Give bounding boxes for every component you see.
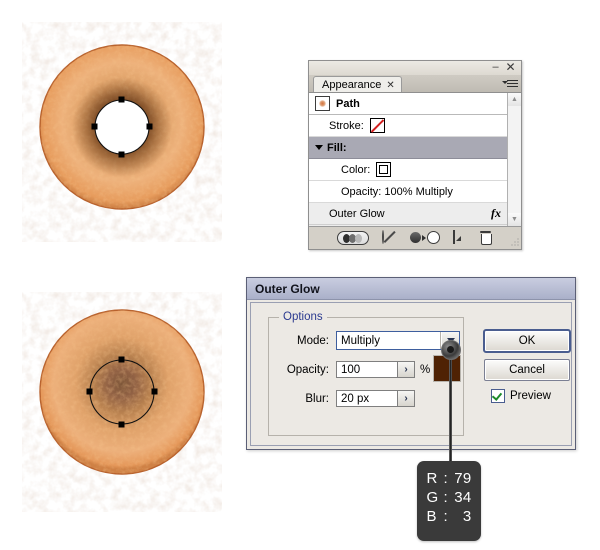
appearance-panel[interactable]: – ✕ Appearance ✕ Path Stroke: Fill: Colo… [308, 60, 522, 250]
appearance-row-path[interactable]: Path [309, 93, 508, 115]
top-donut-artwork[interactable] [22, 22, 222, 242]
mode-select-value: Multiply [337, 332, 441, 349]
tooltip-green-row: G : 34 [417, 488, 481, 507]
clear-appearance-button[interactable] [382, 230, 397, 245]
eyedropper-icon[interactable] [441, 340, 461, 360]
panel-footer-toolbar [309, 226, 521, 249]
cancel-button-label: Cancel [509, 364, 545, 376]
appearance-row-color[interactable]: Color: [309, 159, 508, 181]
color-value-tooltip: R : 79 G : 34 B : 3 [417, 461, 481, 541]
dialog-title: Outer Glow [247, 278, 575, 300]
opacity-input[interactable]: 100 [336, 361, 398, 378]
new-page-icon [453, 230, 455, 244]
path-thumbnail-icon [315, 96, 330, 111]
white-swatch-icon[interactable] [376, 162, 392, 177]
top-donut-svg [32, 22, 222, 242]
tooltip-red-key: R [426, 470, 438, 487]
resize-grip-icon[interactable] [510, 238, 519, 247]
ok-button-label: OK [518, 335, 536, 347]
tooltip-blue-key: B [426, 508, 437, 525]
disclosure-triangle-icon[interactable] [315, 145, 323, 150]
scroll-up-icon[interactable]: ▲ [508, 93, 521, 106]
preview-checkbox-row[interactable]: Preview [491, 389, 551, 403]
preview-label: Preview [510, 390, 551, 402]
outer-glow-dialog[interactable]: Outer Glow Options Mode: Multiply Opacit… [246, 277, 576, 450]
appearance-rows: Path Stroke: Fill: Color: Opacity: 100% … [309, 93, 508, 226]
outer-glow-label: Outer Glow [329, 207, 385, 220]
panel-scrollbar[interactable]: ▲ ▼ [507, 93, 521, 226]
opacity-unit-label: % [420, 363, 431, 376]
panel-tab-row: Appearance ✕ [309, 75, 521, 93]
tooltip-blue-value: 3 [462, 508, 472, 525]
appearance-row-opacity[interactable]: Opacity: 100% Multiply [309, 181, 508, 203]
color-label: Color: [341, 163, 371, 176]
duplicate-circles-icon [410, 231, 440, 244]
tooltip-green-value: 34 [454, 489, 472, 506]
appearance-row-fill[interactable]: Fill: [309, 137, 508, 159]
options-group-label: Options [279, 311, 327, 323]
minimize-icon[interactable]: – [490, 62, 501, 73]
circle-slash-icon [382, 230, 384, 244]
preview-checkbox[interactable] [491, 389, 505, 403]
fx-icon[interactable]: fx [491, 206, 501, 221]
tooltip-green-key: G [426, 489, 439, 506]
bottom-donut-svg [30, 292, 222, 512]
ok-button[interactable]: OK [483, 329, 571, 353]
tooltip-green-colon: : [443, 489, 448, 506]
panel-titlebar[interactable]: – ✕ [309, 61, 521, 75]
scrollbar-track[interactable] [508, 106, 521, 213]
opacity-label: Opacity: [286, 363, 329, 376]
tooltip-red-colon: : [443, 470, 448, 487]
tooltip-blue-colon: : [443, 508, 448, 525]
none-swatch-icon[interactable] [369, 118, 385, 133]
illustrator-canvas: – ✕ Appearance ✕ Path Stroke: Fill: Colo… [0, 0, 600, 550]
tab-appearance-label: Appearance [322, 79, 382, 91]
blur-stepper-icon[interactable]: › [398, 390, 415, 407]
close-icon[interactable]: ✕ [505, 61, 516, 73]
fill-label: Fill: [327, 141, 347, 154]
tooltip-blue-row: B : 3 [417, 507, 481, 526]
appearance-list: Path Stroke: Fill: Color: Opacity: 100% … [309, 92, 521, 226]
eyedropper-line [449, 345, 452, 467]
tab-close-icon[interactable]: ✕ [386, 80, 394, 91]
opacity-pill-icon [337, 231, 369, 245]
new-art-button[interactable] [453, 230, 467, 245]
blur-label: Blur: [305, 392, 329, 405]
blur-input-value: 20 px [341, 392, 370, 405]
opacity-input-value: 100 [341, 363, 361, 376]
dialog-body: Options Mode: Multiply Opacity: 100 › % … [250, 302, 572, 446]
panel-menu-icon[interactable] [502, 77, 518, 90]
blur-input[interactable]: 20 px [336, 390, 398, 407]
tab-appearance[interactable]: Appearance ✕ [313, 76, 402, 93]
opacity-stepper-icon[interactable]: › [398, 361, 415, 378]
reduce-to-basic-appearance-button[interactable] [410, 231, 440, 245]
tooltip-red-row: R : 79 [417, 469, 481, 488]
bottom-donut-artwork[interactable] [22, 292, 222, 512]
appearance-row-path-label: Path [336, 97, 360, 110]
delete-button[interactable] [480, 231, 493, 245]
tooltip-red-value: 79 [454, 470, 472, 487]
panel-menu-caret-icon [502, 81, 508, 84]
stroke-label: Stroke: [329, 119, 364, 132]
cancel-button[interactable]: Cancel [484, 359, 570, 381]
opacity-label: Opacity: 100% Multiply [341, 185, 453, 198]
appearance-row-outer-glow[interactable]: Outer Glow fx [309, 203, 508, 225]
scroll-down-icon[interactable]: ▼ [508, 213, 521, 226]
opacity-toggle-button[interactable] [337, 231, 369, 245]
mode-label: Mode: [297, 334, 329, 347]
appearance-row-stroke[interactable]: Stroke: [309, 115, 508, 137]
